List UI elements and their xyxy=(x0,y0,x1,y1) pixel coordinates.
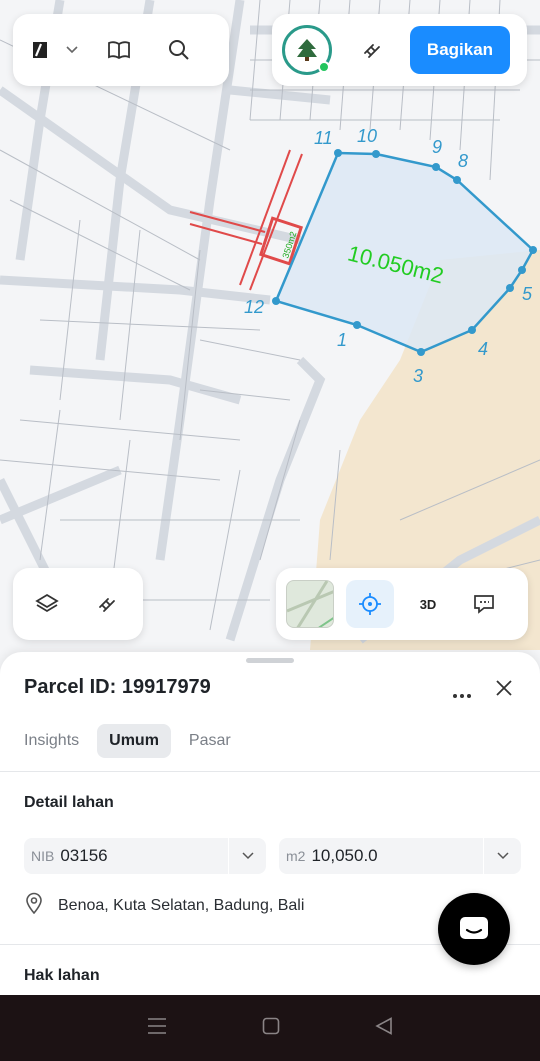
vertex-label: 3 xyxy=(413,366,423,386)
vertex-label: 5 xyxy=(522,284,533,304)
location-pin-icon xyxy=(24,892,44,919)
area-prefix: m2 xyxy=(286,848,306,864)
tab-umum[interactable]: Umum xyxy=(97,724,171,758)
tab-insights[interactable]: Insights xyxy=(12,724,91,758)
area-select[interactable]: m2 10,050.0 xyxy=(279,838,521,874)
nib-prefix: NIB xyxy=(31,848,55,864)
map-tools-right: 3D xyxy=(276,568,528,640)
home-icon[interactable] xyxy=(262,1017,280,1040)
more-options-icon[interactable] xyxy=(440,674,484,718)
rights-section-title: Hak lahan xyxy=(24,967,100,984)
vertex-label: 11 xyxy=(314,128,333,148)
close-icon[interactable] xyxy=(482,666,526,710)
nib-value: 03156 xyxy=(60,846,108,865)
back-icon[interactable] xyxy=(374,1016,393,1040)
menu-icon[interactable] xyxy=(147,1017,167,1040)
online-status-badge xyxy=(318,61,330,73)
vertex-label: 9 xyxy=(432,137,442,157)
tree-avatar-icon[interactable] xyxy=(282,25,332,75)
sheet-drag-handle[interactable] xyxy=(246,658,294,663)
map-tools-left xyxy=(13,568,143,640)
chevron-down-icon[interactable] xyxy=(483,838,521,874)
vertex-label: 4 xyxy=(478,339,488,359)
top-toolbar xyxy=(13,14,229,86)
vertex-label: 8 xyxy=(458,151,468,171)
vertex-label: 12 xyxy=(244,297,264,317)
chat-bubble-icon[interactable] xyxy=(462,582,506,626)
layers-icon[interactable] xyxy=(25,582,69,626)
parcel-title: Parcel ID: 19917979 xyxy=(24,676,211,698)
tab-pasar[interactable]: Pasar xyxy=(177,724,243,758)
chevron-down-icon[interactable] xyxy=(228,838,266,874)
map-thumbnail-icon[interactable] xyxy=(286,580,334,628)
support-chat-button[interactable] xyxy=(438,893,510,965)
ruler-icon[interactable] xyxy=(350,28,394,72)
app-logo-icon[interactable] xyxy=(21,28,59,72)
chat-icon xyxy=(460,917,488,939)
chevron-down-icon[interactable] xyxy=(59,28,85,72)
nib-select[interactable]: NIB 03156 xyxy=(24,838,266,874)
address-row: Benoa, Kuta Selatan, Badung, Bali xyxy=(24,892,304,919)
vertex-label: 1 xyxy=(337,330,347,350)
system-nav-bar xyxy=(0,995,540,1061)
sheet-tabs: Insights Umum Pasar xyxy=(12,724,243,758)
3d-toggle-button[interactable]: 3D xyxy=(406,582,450,626)
address-text: Benoa, Kuta Selatan, Badung, Bali xyxy=(58,896,305,914)
book-icon[interactable] xyxy=(97,28,141,72)
search-icon[interactable] xyxy=(157,28,201,72)
detail-section-title: Detail lahan xyxy=(24,794,114,811)
top-right-toolbar: Bagikan xyxy=(272,14,527,86)
ruler-icon[interactable] xyxy=(85,582,129,626)
area-value: 10,050.0 xyxy=(311,846,378,865)
vertex-label: 10 xyxy=(357,126,377,146)
share-button[interactable]: Bagikan xyxy=(410,26,510,74)
tabs-divider xyxy=(0,771,540,772)
crosshair-icon[interactable] xyxy=(346,580,394,628)
